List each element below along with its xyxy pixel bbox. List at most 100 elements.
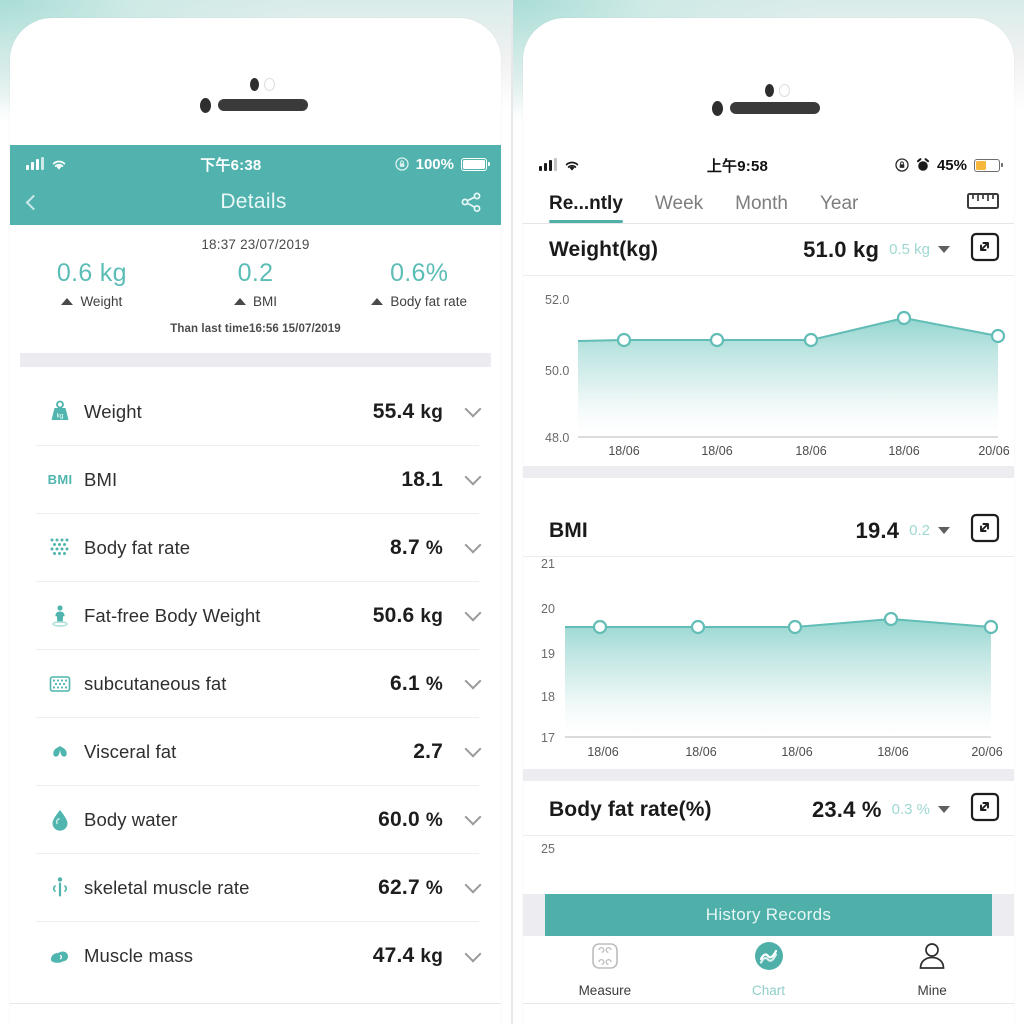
trend-up-icon (371, 298, 384, 305)
proximity-sensor-icon (200, 98, 211, 113)
front-camera-dot-icon (765, 84, 774, 97)
summary-stat-value: 0.6% (390, 259, 449, 287)
tabbar-label: Measure (578, 983, 632, 998)
chevron-down-icon[interactable] (464, 740, 482, 758)
trend-down-icon (938, 246, 950, 253)
tabbar-item-measure[interactable]: Measure (523, 940, 687, 998)
tabbar-item-chart[interactable]: Chart (687, 940, 851, 998)
summary-stat-row: Body fat rate (337, 294, 501, 309)
summary-stats: 0.6 kg Weight 0.2 BMI 0.6% Body fat rate (10, 259, 501, 309)
phone-left-details: 下午6:38 100% Details 18:37 23/07/2019 0.6… (0, 0, 512, 1024)
status-time: 上午9:58 (706, 157, 769, 175)
tab-month[interactable]: Month (735, 193, 788, 223)
tab-year[interactable]: Year (820, 193, 858, 223)
bmi-chart[interactable]: 21 20 19 18 17 18/06 18/06 18/06 18/06 2… (523, 557, 1014, 769)
chevron-down-icon[interactable] (464, 536, 482, 554)
chart-wave-icon (752, 940, 786, 979)
trend-down-icon (938, 806, 950, 813)
signal-bars-icon (539, 158, 557, 171)
table-row[interactable]: BMI BMI 18.1 (36, 446, 482, 514)
y-tick-label: 20 (541, 602, 555, 616)
muscle-mass-arm-icon (36, 943, 84, 969)
metric-name: skeletal muscle rate (84, 876, 250, 898)
table-row[interactable]: Body water 60.0 % (36, 786, 482, 854)
battery-percent: 45% (936, 156, 967, 174)
x-tick-label: 18/06 (795, 444, 827, 458)
wifi-icon (565, 161, 579, 171)
summary-stat-value: 0.6 kg (56, 259, 127, 287)
sensor-ring-icon (779, 84, 790, 97)
signal-bars-icon (26, 157, 44, 170)
battery-icon (460, 157, 490, 171)
earpiece-speaker-icon (218, 99, 308, 111)
metric-value: 60.0 % (378, 807, 443, 831)
status-left (539, 158, 580, 172)
metric-value: 8.7 % (390, 535, 443, 559)
card-delta-value: 0.2 (909, 522, 930, 539)
dual-phone-screenshot: 下午6:38 100% Details 18:37 23/07/2019 0.6… (0, 0, 1024, 1024)
scale-icon (588, 940, 622, 979)
expand-icon[interactable] (970, 513, 1000, 548)
metric-value: 47.4 kg (372, 944, 443, 967)
y-tick-label: 19 (541, 647, 555, 661)
chevron-down-icon[interactable] (464, 400, 482, 418)
trend-up-icon (61, 298, 74, 305)
table-row[interactable]: subcutaneous fat 6.1 % (36, 650, 482, 718)
summary-stat-row: Weight (10, 294, 174, 309)
y-tick-label: 52.0 (545, 293, 570, 307)
chevron-down-icon[interactable] (464, 808, 482, 826)
table-row[interactable]: kg Weight 55.4 kg (36, 378, 482, 446)
tabbar-label: Chart (752, 983, 786, 998)
status-right: 45% (895, 156, 1003, 174)
bmi-chart-svg (565, 611, 999, 738)
chevron-down-icon[interactable] (464, 945, 482, 962)
metric-value: 18.1 (401, 467, 443, 491)
share-button[interactable] (449, 190, 483, 214)
table-row[interactable]: Fat-free Body Weight 50.6 kg (36, 582, 482, 650)
chevron-down-icon[interactable] (464, 672, 482, 690)
table-row[interactable]: Visceral fat 2.7 (36, 718, 482, 786)
card-gap (523, 769, 1014, 781)
weight-chart[interactable]: 52.0 50.0 48.0 18/06 18/06 18/06 18/06 2… (523, 276, 1014, 466)
metric-value: 2.7 (413, 739, 443, 763)
card-weight: Weight(kg) 51.0 kg 0.5 kg 52.0 50.0 48.0… (523, 224, 1014, 478)
trend-up-icon (234, 298, 246, 305)
summary-stat: 0.2 BMI (174, 259, 338, 309)
back-button[interactable] (24, 194, 58, 210)
y-tick-label: 50.0 (545, 364, 570, 378)
tab-week[interactable]: Week (655, 193, 703, 223)
table-row[interactable]: Body fat rate 8.7 % (36, 514, 482, 582)
metric-value: 6.1 % (390, 671, 443, 695)
earpiece-speaker-icon (730, 102, 820, 114)
ruler-icon[interactable] (966, 190, 1000, 217)
expand-icon[interactable] (970, 792, 1000, 827)
history-records-bar: History Records (523, 894, 1014, 936)
weight-chart-svg (577, 310, 1006, 438)
card-main-value: 19.4 (855, 517, 900, 543)
svg-text:kg: kg (57, 412, 64, 419)
card-main-value: 23.4 % (811, 796, 882, 822)
body-water-drop-icon (36, 807, 84, 833)
table-row[interactable]: skeletal muscle rate 62.7 % (36, 854, 482, 922)
card-header: BMI 19.4 0.2 (523, 505, 1014, 557)
chevron-left-icon (25, 194, 42, 210)
wifi-icon (52, 160, 66, 170)
body-fat-dots-icon (36, 535, 84, 561)
chevron-down-icon[interactable] (464, 468, 482, 486)
history-records-button[interactable]: History Records (545, 894, 992, 936)
chevron-down-icon[interactable] (464, 604, 482, 622)
fat-free-body-icon (36, 603, 84, 629)
x-tick-label: 18/06 (608, 444, 640, 458)
body-fat-chart[interactable]: 25 (523, 836, 1014, 896)
person-icon (915, 940, 949, 979)
tabbar-item-mine[interactable]: Mine (850, 940, 1014, 998)
chevron-down-icon[interactable] (464, 876, 482, 894)
card-header: Weight(kg) 51.0 kg 0.5 kg (523, 224, 1014, 276)
status-bar: 下午6:38 100% (10, 149, 501, 179)
tab-recently[interactable]: Re...ntly (549, 193, 623, 223)
measurement-datetime: 18:37 23/07/2019 (201, 237, 310, 252)
expand-icon[interactable] (970, 232, 1000, 267)
table-row[interactable]: Muscle mass 47.4 kg (36, 922, 482, 990)
battery-percent: 100% (415, 155, 454, 173)
screen-bottom-edge (523, 1003, 1014, 1004)
